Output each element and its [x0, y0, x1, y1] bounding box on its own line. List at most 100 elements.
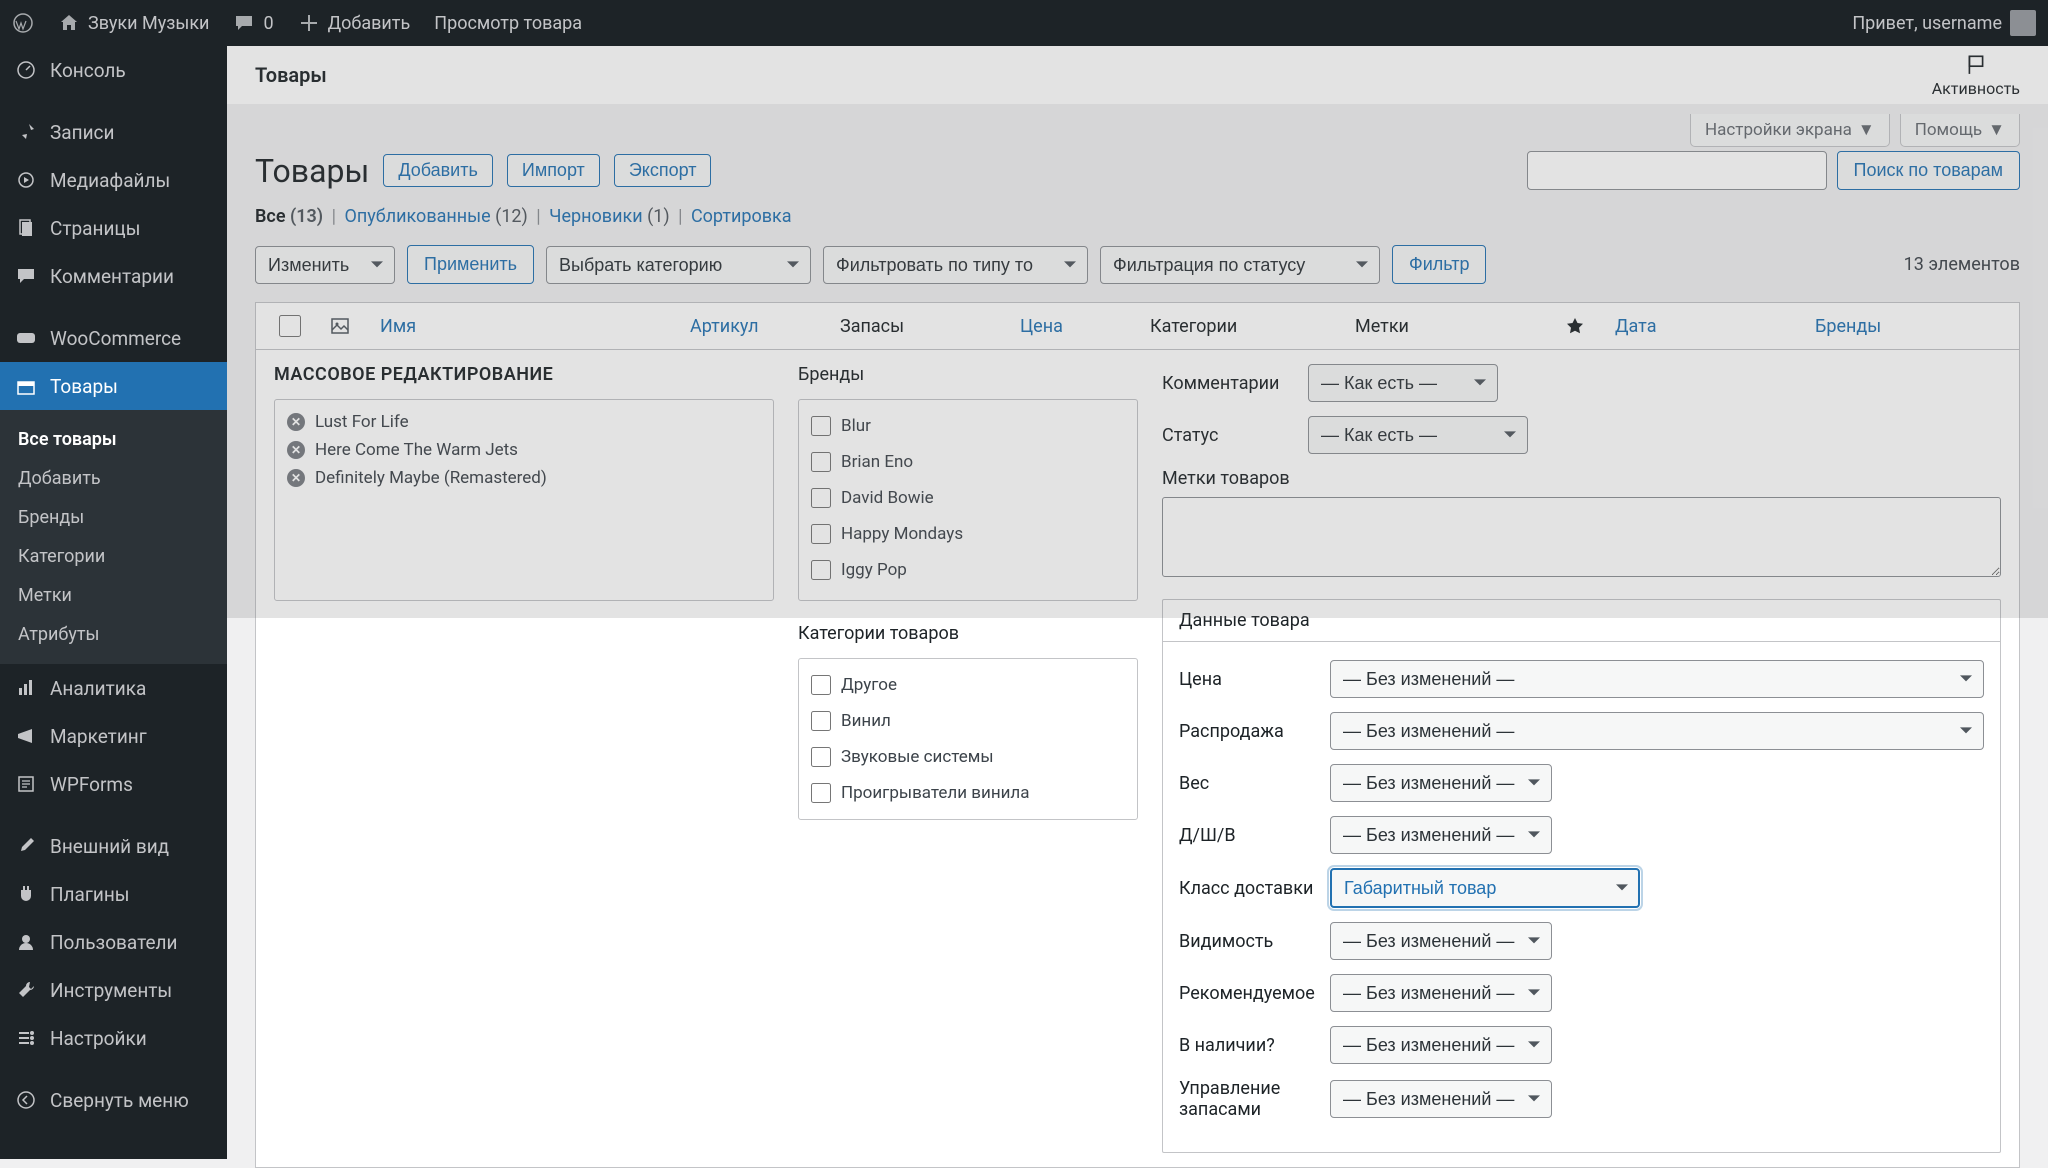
menu-pages[interactable]: Страницы — [0, 204, 227, 252]
category-filter-select[interactable]: Выбрать категорию — [546, 246, 811, 284]
brush-icon — [14, 834, 38, 858]
brand-checkbox[interactable] — [811, 452, 831, 472]
add-product-button[interactable]: Добавить — [383, 154, 493, 187]
menu-posts[interactable]: Записи — [0, 108, 227, 156]
import-button[interactable]: Импорт — [507, 154, 600, 187]
shipping-class-select[interactable]: Габаритный товар — [1330, 868, 1640, 908]
brands-checklist: Blur Brian Eno David Bowie Happy Mondays… — [798, 399, 1138, 601]
menu-wpforms[interactable]: WPForms — [0, 760, 227, 808]
comments-select[interactable]: — Как есть — — [1308, 364, 1498, 402]
select-all-checkbox[interactable] — [279, 315, 301, 337]
menu-users[interactable]: Пользователи — [0, 918, 227, 966]
price-select[interactable]: — Без изменений — — [1330, 660, 1984, 698]
site-name[interactable]: Звуки Музыки — [58, 12, 209, 34]
bulk-selected-item: ✕Definitely Maybe (Remastered) — [287, 464, 761, 492]
product-data-box: Данные товара Цена— Без изменений — Расп… — [1162, 599, 2001, 1153]
menu-settings[interactable]: Настройки — [0, 1014, 227, 1062]
user-greeting[interactable]: Привет, username — [1852, 10, 2036, 36]
comments-link[interactable]: 0 — [233, 12, 273, 34]
menu-dashboard[interactable]: Консоль — [0, 46, 227, 94]
submenu-tags[interactable]: Метки — [0, 576, 227, 615]
search-button[interactable]: Поиск по товарам — [1837, 151, 2020, 190]
header-strip: Товары Активность — [227, 46, 2048, 104]
status-select[interactable]: — Как есть — — [1308, 416, 1528, 454]
brand-option[interactable]: Brian Eno — [811, 444, 1125, 480]
brand-checkbox[interactable] — [811, 524, 831, 544]
bulk-selected-item: ✕Lust For Life — [287, 408, 761, 436]
filter-published[interactable]: Опубликованные (12) — [344, 206, 527, 227]
category-option[interactable]: Звуковые системы — [811, 739, 1125, 775]
remove-item-icon[interactable]: ✕ — [287, 441, 305, 459]
managestock-select[interactable]: — Без изменений — — [1330, 1080, 1552, 1118]
brand-option[interactable]: David Bowie — [811, 480, 1125, 516]
shipping-class-label: Класс доставки — [1179, 878, 1314, 899]
weight-select[interactable]: — Без изменений — — [1330, 764, 1552, 802]
brand-option[interactable]: Iggy Pop — [811, 552, 1125, 588]
dims-select[interactable]: — Без изменений — — [1330, 816, 1552, 854]
brand-option[interactable]: Blur — [811, 408, 1125, 444]
category-option[interactable]: Другое — [811, 667, 1125, 703]
category-checkbox[interactable] — [811, 783, 831, 803]
menu-comments[interactable]: Комментарии — [0, 252, 227, 300]
remove-item-icon[interactable]: ✕ — [287, 469, 305, 487]
col-date[interactable]: Дата — [1605, 316, 1805, 337]
menu-appearance[interactable]: Внешний вид — [0, 822, 227, 870]
brand-checkbox[interactable] — [811, 416, 831, 436]
category-checkbox[interactable] — [811, 675, 831, 695]
featured-select[interactable]: — Без изменений — — [1330, 974, 1552, 1012]
product-type-filter-select[interactable]: Фильтровать по типу то — [823, 246, 1088, 284]
menu-tools[interactable]: Инструменты — [0, 966, 227, 1014]
filter-sort[interactable]: Сортировка — [691, 206, 792, 227]
menu-woocommerce[interactable]: WooCommerce — [0, 314, 227, 362]
filter-all[interactable]: Все (13) — [255, 206, 323, 227]
menu-media[interactable]: Медиафайлы — [0, 156, 227, 204]
category-checkbox[interactable] — [811, 747, 831, 767]
menu-collapse[interactable]: Свернуть меню — [0, 1076, 227, 1124]
category-option[interactable]: Винил — [811, 703, 1125, 739]
submenu-all-products[interactable]: Все товары — [0, 420, 227, 459]
visibility-select[interactable]: — Без изменений — — [1330, 922, 1552, 960]
menu-analytics[interactable]: Аналитика — [0, 664, 227, 712]
bulk-action-select[interactable]: Изменить — [255, 246, 395, 284]
brand-checkbox[interactable] — [811, 488, 831, 508]
filter-button[interactable]: Фильтр — [1392, 245, 1486, 284]
screen-options-button[interactable]: Настройки экрана ▼ — [1690, 114, 1890, 147]
submenu-brands[interactable]: Бренды — [0, 498, 227, 537]
wp-logo[interactable] — [12, 12, 34, 34]
col-price[interactable]: Цена — [1010, 316, 1140, 337]
apply-button[interactable]: Применить — [407, 245, 534, 284]
brand-checkbox[interactable] — [811, 560, 831, 580]
category-option[interactable]: Проигрыватели винила — [811, 775, 1125, 811]
brand-label: David Bowie — [841, 488, 934, 508]
submenu-categories[interactable]: Категории — [0, 537, 227, 576]
collapse-icon — [14, 1088, 38, 1112]
comments-label: Комментарии — [1162, 373, 1292, 394]
instock-select[interactable]: — Без изменений — — [1330, 1026, 1552, 1064]
filter-drafts[interactable]: Черновики (1) — [549, 206, 669, 227]
col-featured — [1545, 316, 1605, 336]
add-new-link[interactable]: Добавить — [298, 12, 411, 34]
page-title: Товары — [255, 152, 369, 190]
col-name[interactable]: Имя — [370, 316, 680, 337]
category-checkbox[interactable] — [811, 711, 831, 731]
view-product-link[interactable]: Просмотр товара — [434, 13, 582, 34]
remove-item-icon[interactable]: ✕ — [287, 413, 305, 431]
col-brands[interactable]: Бренды — [1805, 316, 2005, 337]
menu-label: Внешний вид — [50, 835, 169, 858]
export-button[interactable]: Экспорт — [614, 154, 712, 187]
submenu-attributes[interactable]: Атрибуты — [0, 615, 227, 654]
menu-marketing[interactable]: Маркетинг — [0, 712, 227, 760]
activity-button[interactable]: Активность — [1932, 53, 2020, 98]
menu-products[interactable]: Товары — [0, 362, 227, 410]
tags-textarea[interactable] — [1162, 497, 2001, 577]
admin-sidebar: Консоль Записи Медиафайлы Страницы Комме… — [0, 46, 227, 1159]
status-filter-select[interactable]: Фильтрация по статусу — [1100, 246, 1380, 284]
submenu-add[interactable]: Добавить — [0, 459, 227, 498]
sale-select[interactable]: — Без изменений — — [1330, 712, 1984, 750]
help-button[interactable]: Помощь ▼ — [1900, 114, 2020, 147]
col-sku[interactable]: Артикул — [680, 316, 830, 337]
flag-icon — [1965, 53, 1987, 75]
search-input[interactable] — [1527, 151, 1827, 190]
brand-option[interactable]: Happy Mondays — [811, 516, 1125, 552]
menu-plugins[interactable]: Плагины — [0, 870, 227, 918]
